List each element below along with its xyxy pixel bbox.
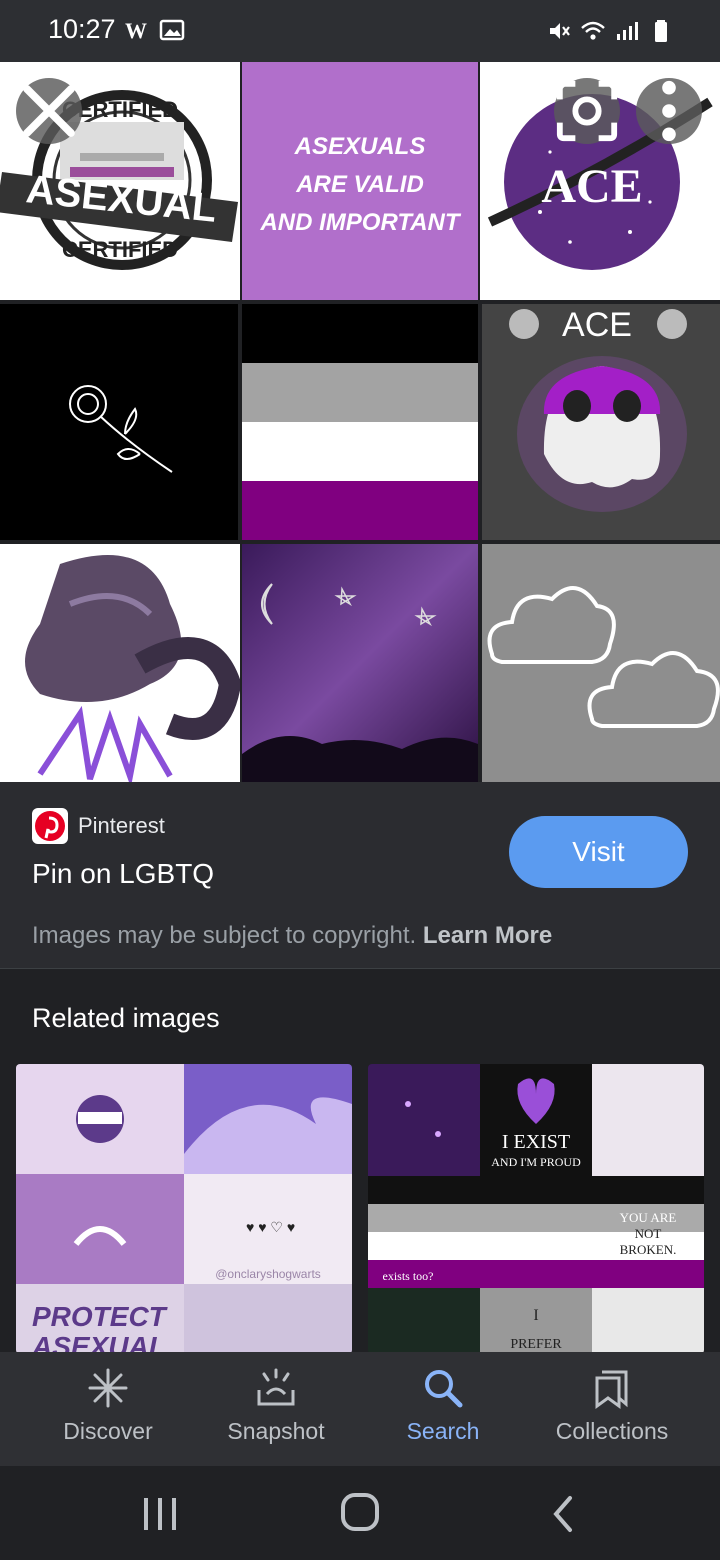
svg-text:ACE: ACE	[541, 160, 642, 213]
svg-text:NOT: NOT	[635, 1226, 662, 1241]
nav-discover-label: Discover	[63, 1418, 153, 1444]
tile-asexual-certified[interactable]: CERTIFIED ASEXUAL CERTIFIED	[0, 62, 240, 300]
source-name: Pinterest	[78, 813, 165, 838]
related-image-2[interactable]: I EXIST AND I'M PROUD YOU ARE NOT BROKEN…	[368, 1064, 704, 1354]
w-icon: W	[125, 18, 147, 43]
collections-icon	[595, 1370, 628, 1409]
svg-text:W: W	[125, 18, 147, 43]
svg-text:♥ ♥ ♡ ♥: ♥ ♥ ♡ ♥	[246, 1219, 295, 1235]
svg-text:I EXIST: I EXIST	[502, 1131, 570, 1153]
tile-neon-clouds[interactable]	[482, 544, 720, 782]
tile-ace-ghost[interactable]: ACE	[482, 304, 720, 540]
copyright-text: Images may be subject to copyright.	[32, 922, 423, 949]
more-options-button[interactable]	[636, 78, 702, 144]
discover-icon	[88, 1368, 128, 1408]
nav-collections[interactable]: Collections	[528, 1366, 696, 1445]
svg-text:ARE VALID: ARE VALID	[295, 171, 424, 198]
image-grid: CERTIFIED ASEXUAL CERTIFIED ASEXUALS ARE…	[0, 62, 720, 782]
home-icon[interactable]	[340, 1492, 380, 1532]
search-icon	[425, 1370, 463, 1408]
svg-text:I: I	[533, 1307, 538, 1324]
status-time: 10:27	[48, 14, 116, 44]
related-image-1[interactable]: ♥ ♥ ♡ ♥ @onclaryshogwarts PROTECT ASEXUA…	[16, 1064, 352, 1354]
svg-text:exists too?: exists too?	[383, 1269, 434, 1283]
recent-apps-icon[interactable]	[140, 1494, 180, 1534]
image-icon	[159, 19, 185, 41]
copyright-notice: Images may be subject to copyright. Lear…	[32, 922, 552, 950]
tile-dragon[interactable]	[0, 544, 240, 782]
lens-icon	[556, 80, 618, 142]
close-icon	[23, 85, 75, 137]
svg-text:AND I'M PROUD: AND I'M PROUD	[491, 1155, 581, 1169]
svg-text:@onclaryshogwarts: @onclaryshogwarts	[215, 1267, 321, 1281]
svg-text:YOU ARE: YOU ARE	[620, 1210, 677, 1225]
related-images-heading: Related images	[32, 1003, 220, 1033]
nav-discover[interactable]: Discover	[24, 1366, 192, 1445]
snapshot-icon	[257, 1368, 295, 1406]
battery-icon	[655, 20, 667, 42]
tile-rose[interactable]	[0, 304, 238, 540]
divider	[0, 968, 720, 969]
nav-search[interactable]: Search	[359, 1366, 527, 1445]
svg-text:BROKEN.: BROKEN.	[620, 1242, 677, 1257]
svg-text:ASEXUAL: ASEXUAL	[31, 1331, 166, 1354]
nav-snapshot[interactable]: Snapshot	[192, 1366, 360, 1445]
more-vert-icon	[662, 80, 676, 142]
nav-search-label: Search	[406, 1418, 480, 1444]
mute-icon	[550, 23, 570, 39]
svg-text:AND IMPORTANT: AND IMPORTANT	[259, 209, 461, 236]
lens-button[interactable]	[554, 78, 620, 144]
stamp-certified-bottom: CERTIFIED	[62, 237, 178, 262]
svg-text:ASEXUALS: ASEXUALS	[294, 133, 426, 160]
back-icon[interactable]	[546, 1494, 586, 1534]
svg-text:ACE: ACE	[562, 306, 632, 344]
source-row[interactable]: Pinterest	[32, 808, 165, 844]
tile-ace-logo[interactable]: ACE	[480, 62, 720, 300]
pin-title[interactable]: Pin on LGBTQ	[32, 858, 214, 890]
tile-galaxy[interactable]	[242, 544, 478, 782]
learn-more-link[interactable]: Learn More	[423, 922, 552, 949]
nav-collections-label: Collections	[555, 1418, 669, 1444]
signal-icon	[617, 22, 638, 40]
tile-ace-flag[interactable]	[242, 304, 478, 540]
close-button[interactable]	[16, 78, 82, 144]
nav-snapshot-label: Snapshot	[227, 1418, 325, 1444]
visit-button[interactable]: Visit	[509, 816, 688, 888]
svg-text:PREFER: PREFER	[510, 1337, 562, 1352]
tile-asexuals-valid[interactable]: ASEXUALS ARE VALID AND IMPORTANT	[242, 62, 478, 300]
status-bar: 10:27 W	[0, 0, 720, 62]
svg-text:PROTECT: PROTECT	[32, 1301, 169, 1332]
pinterest-icon	[32, 808, 68, 844]
wifi-icon	[581, 21, 605, 40]
system-navigation-bar	[0, 1466, 720, 1560]
